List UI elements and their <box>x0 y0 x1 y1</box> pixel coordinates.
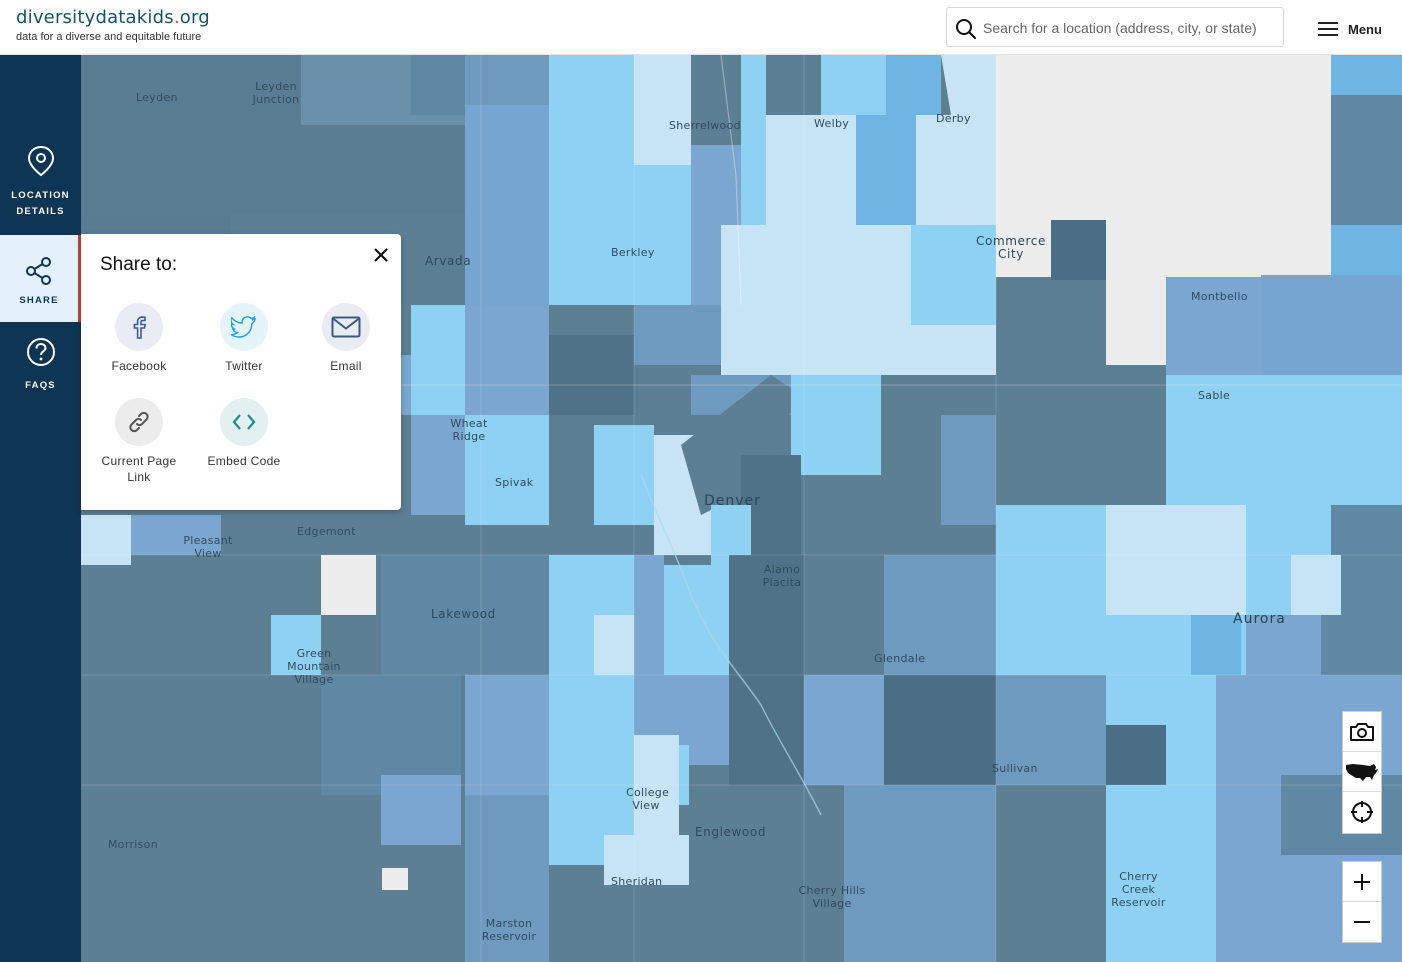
crosshair-icon <box>1351 801 1373 823</box>
map-label-leyden-junction: Leyden Junction <box>252 80 300 106</box>
share-facebook-button[interactable]: Facebook <box>94 303 184 374</box>
map-label-college-view: College View <box>626 786 670 812</box>
share-embed-code-button[interactable]: Embed Code <box>199 398 289 469</box>
search-input[interactable] <box>981 14 1281 42</box>
code-icon <box>220 398 268 446</box>
search-icon <box>956 19 977 40</box>
map-label-sable: Sable <box>1198 389 1231 402</box>
sidebar-item-label: FAQS <box>25 380 56 391</box>
share-option-label: Facebook <box>111 359 167 373</box>
link-icon <box>115 398 163 446</box>
header: diversitydatakids.org data for a diverse… <box>0 0 1402 55</box>
sidebar-item-faqs[interactable]: FAQS <box>0 337 81 397</box>
facebook-icon <box>115 303 163 351</box>
map-pin-icon <box>27 145 54 177</box>
location-search-box[interactable] <box>946 7 1284 47</box>
sidebar-item-label: DETAILS <box>16 206 65 217</box>
map-label-alamo-placita: Alamo Placita <box>762 563 802 589</box>
map-label-green-mountain-village: Green Mountain Village <box>287 647 341 686</box>
share-twitter-button[interactable]: Twitter <box>199 303 289 374</box>
share-email-button[interactable]: Email <box>301 303 391 374</box>
zoom-out-button[interactable] <box>1343 902 1381 942</box>
share-icon <box>26 257 51 285</box>
map-label-sullivan: Sullivan <box>992 762 1038 775</box>
map-label-leyden: Leyden <box>136 91 178 104</box>
map-label-denver: Denver <box>704 493 761 509</box>
sidebar-item-location-details[interactable]: LOCATION DETAILS <box>0 141 81 221</box>
map-label-glendale: Glendale <box>874 652 926 665</box>
camera-icon <box>1350 722 1374 741</box>
map-label-arvada: Arvada <box>425 254 472 268</box>
map-label-berkley: Berkley <box>611 246 655 259</box>
menu-label: Menu <box>1348 21 1382 37</box>
logo-tagline: data for a diverse and equitable future <box>16 31 202 43</box>
close-icon <box>374 248 388 262</box>
share-panel: Share to: Facebook Twitter Email Current… <box>81 234 401 510</box>
map-label-derby: Derby <box>936 112 971 125</box>
sidebar-item-share[interactable]: SHARE <box>0 235 81 322</box>
close-button[interactable] <box>370 244 392 266</box>
share-option-label: Twitter <box>225 359 263 373</box>
map-label-commerce-city: Commerce City <box>976 234 1046 261</box>
zoom-to-us-button[interactable] <box>1343 752 1381 792</box>
hamburger-icon <box>1318 22 1338 36</box>
map-tools-group <box>1342 711 1382 834</box>
sidebar: LOCATION DETAILS SHARE FAQS <box>0 55 81 962</box>
map-label-wheat-ridge: Wheat Ridge <box>450 417 488 443</box>
share-option-label: Embed Code <box>207 454 281 468</box>
share-title: Share to: <box>100 254 178 275</box>
map-label-cherry-creek-reservoir: Cherry Creek Reservoir <box>1111 870 1166 909</box>
plus-icon <box>1354 873 1370 890</box>
map-label-montbello: Montbello <box>1191 290 1248 303</box>
twitter-icon <box>220 303 268 351</box>
question-icon <box>26 338 55 366</box>
map-label-sheridan: Sheridan <box>611 875 663 888</box>
minus-icon <box>1354 921 1370 923</box>
map-label-morrison: Morrison <box>108 838 158 851</box>
share-option-label: Current Page Link <box>101 454 177 484</box>
sidebar-item-label: SHARE <box>19 295 59 306</box>
logo-tld: org <box>179 7 210 28</box>
map-label-marston-reservoir: Marston Reservoir <box>481 917 537 943</box>
logo-name: diversitydatakids <box>16 7 174 28</box>
share-copy-link-button[interactable]: Current Page Link <box>94 398 184 485</box>
map-label-welby: Welby <box>814 117 850 130</box>
zoom-in-button[interactable] <box>1343 862 1381 902</box>
email-icon <box>322 303 370 351</box>
map-label-pleasant-view: Pleasant View <box>183 534 233 560</box>
map-label-englewood: Englewood <box>695 825 767 839</box>
share-option-label: Email <box>330 359 362 373</box>
locate-me-button[interactable] <box>1343 792 1381 832</box>
screenshot-button[interactable] <box>1343 712 1381 752</box>
map-label-aurora: Aurora <box>1233 611 1286 627</box>
site-logo[interactable]: diversitydatakids.org data for a diverse… <box>16 8 210 44</box>
map-label-sherrelwood: Sherrelwood <box>669 119 741 132</box>
logo-wordmark: diversitydatakids.org <box>16 8 210 28</box>
zoom-controls <box>1342 861 1382 943</box>
map-label-lakewood: Lakewood <box>431 607 496 621</box>
map-label-spivak: Spivak <box>495 476 534 489</box>
sidebar-item-label: LOCATION <box>11 190 70 201</box>
menu-button[interactable]: Menu <box>1318 18 1382 40</box>
map-label-cherry-hills-village: Cherry Hills Village <box>798 884 866 910</box>
us-map-icon <box>1346 763 1378 781</box>
map-label-edgemont: Edgemont <box>297 525 356 538</box>
